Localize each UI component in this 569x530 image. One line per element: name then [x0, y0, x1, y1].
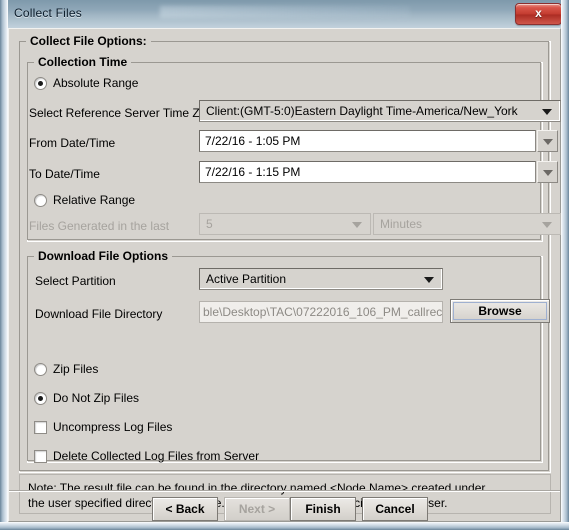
- from-datetime-field[interactable]: 7/22/16 - 1:05 PM: [199, 130, 536, 152]
- collection-time-title: Collection Time: [34, 55, 132, 69]
- relative-range-label: Relative Range: [53, 193, 136, 207]
- do-not-zip-files-label: Do Not Zip Files: [53, 391, 140, 405]
- delete-collected-log-files-label: Delete Collected Log Files from Server: [53, 449, 260, 463]
- close-icon: x: [535, 6, 542, 20]
- files-generated-label: Files Generated in the last: [29, 219, 170, 233]
- dialog-panel: Collect File Options: Collection Time Ab…: [9, 29, 561, 521]
- to-datetime-label: To Date/Time: [29, 167, 100, 181]
- download-file-options-title: Download File Options: [34, 249, 172, 263]
- from-datetime-dropdown-button[interactable]: [537, 130, 558, 152]
- cancel-button[interactable]: Cancel: [362, 497, 428, 521]
- collect-file-options-title: Collect File Options:: [26, 34, 151, 48]
- absolute-range-label: Absolute Range: [53, 76, 139, 90]
- back-button[interactable]: < Back: [152, 497, 218, 521]
- timezone-value: Client:(GMT-5:0)Eastern Daylight Time-Am…: [206, 104, 518, 118]
- window-frame-right: [561, 0, 569, 530]
- uncompress-log-files-checkbox[interactable]: [34, 421, 47, 434]
- finish-button[interactable]: Finish: [290, 497, 356, 521]
- from-datetime-value: 7/22/16 - 1:05 PM: [205, 134, 301, 148]
- zip-files-label: Zip Files: [53, 362, 99, 376]
- chevron-down-icon: [424, 277, 434, 283]
- delete-collected-log-files-checkbox[interactable]: [34, 450, 47, 463]
- select-partition-combo[interactable]: Active Partition: [199, 268, 443, 290]
- to-datetime-dropdown-button[interactable]: [537, 161, 558, 183]
- do-not-zip-files-radio[interactable]: [34, 392, 47, 405]
- close-button[interactable]: x: [515, 3, 562, 25]
- download-directory-label: Download File Directory: [35, 307, 163, 321]
- select-partition-label: Select Partition: [35, 274, 116, 288]
- note-line-1: Note: The result file can be found in th…: [28, 481, 486, 495]
- title-bar-glow: [160, 6, 410, 18]
- files-generated-unit-combo[interactable]: Minutes: [373, 213, 561, 235]
- timezone-combo[interactable]: Client:(GMT-5:0)Eastern Daylight Time-Am…: [199, 100, 561, 122]
- collect-files-window: Collect Files x Collect File Options: Co…: [0, 0, 569, 530]
- to-datetime-value: 7/22/16 - 1:15 PM: [205, 165, 301, 179]
- zip-files-radio[interactable]: [34, 363, 47, 376]
- relative-range-radio[interactable]: [34, 194, 47, 207]
- chevron-down-icon: [543, 170, 553, 176]
- chevron-down-icon: [542, 109, 552, 115]
- chevron-down-icon: [352, 222, 362, 228]
- timezone-label: Select Reference Server Time Zone: [29, 106, 220, 120]
- files-generated-count-combo[interactable]: 5: [199, 213, 371, 235]
- button-bar-separator-highlight: [9, 491, 560, 492]
- download-directory-input[interactable]: ble\Desktop\TAC\07222016_106_PM_callrec_…: [199, 301, 443, 323]
- next-button: Next >: [224, 497, 290, 521]
- absolute-range-radio[interactable]: [34, 77, 47, 90]
- uncompress-log-files-label: Uncompress Log Files: [53, 420, 173, 434]
- dialog-client-area: Collect File Options: Collection Time Ab…: [8, 28, 561, 522]
- chevron-down-icon: [542, 222, 552, 228]
- download-directory-value: ble\Desktop\TAC\07222016_106_PM_callrec_…: [203, 305, 443, 319]
- window-title: Collect Files: [14, 6, 82, 20]
- window-frame-bottom: [0, 522, 569, 530]
- window-frame-left: [0, 0, 8, 530]
- select-partition-value: Active Partition: [206, 272, 287, 286]
- files-generated-count-value: 5: [206, 217, 213, 231]
- chevron-down-icon: [543, 139, 553, 145]
- from-datetime-label: From Date/Time: [29, 136, 116, 150]
- files-generated-unit-value: Minutes: [380, 217, 423, 231]
- to-datetime-field[interactable]: 7/22/16 - 1:15 PM: [199, 161, 536, 183]
- browse-button[interactable]: Browse: [450, 299, 550, 323]
- title-bar: Collect Files x: [0, 0, 569, 28]
